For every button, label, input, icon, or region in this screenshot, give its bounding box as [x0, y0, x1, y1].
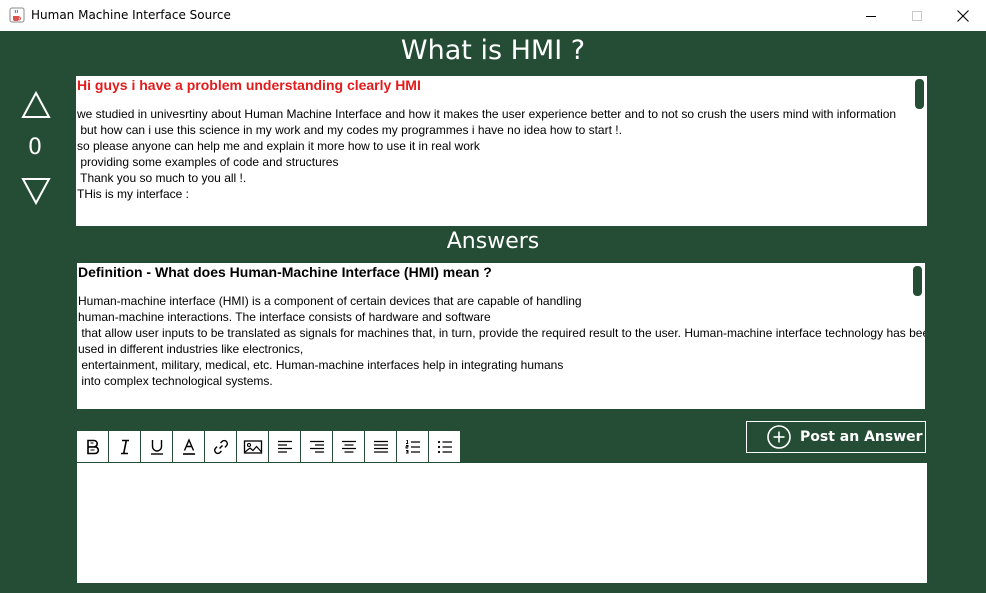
- answer-editor[interactable]: [77, 463, 927, 583]
- maximize-icon: [912, 10, 922, 21]
- minimize-button[interactable]: [848, 0, 894, 31]
- answer-line: that allow user inputs to be translated …: [78, 326, 925, 340]
- answer-line: Human-machine interface (HMI) is a compo…: [78, 294, 582, 308]
- image-button[interactable]: [237, 431, 268, 462]
- question-body[interactable]: Hi guys i have a problem understanding c…: [76, 76, 927, 226]
- main-panel: What is HMI ? 0 Hi guys i have a problem…: [0, 31, 986, 593]
- plus-circle-icon: [767, 425, 791, 449]
- question-title: What is HMI ?: [400, 35, 586, 66]
- bold-button[interactable]: [77, 431, 108, 462]
- post-answer-label: Post an Answer: [800, 429, 923, 445]
- underline-button[interactable]: [141, 431, 172, 462]
- answer-line: entertainment, military, medical, etc. H…: [78, 358, 564, 372]
- downvote-button[interactable]: [20, 176, 52, 206]
- text-color-button[interactable]: [173, 431, 204, 462]
- align-center-icon: [341, 440, 356, 453]
- italic-button[interactable]: [109, 431, 140, 462]
- answer-line: into complex technological systems.: [78, 374, 273, 388]
- answer-heading: Definition - What does Human-Machine Int…: [78, 264, 492, 280]
- link-icon: [213, 439, 228, 454]
- bold-icon: [86, 439, 99, 454]
- triangle-down-icon: [21, 178, 51, 206]
- answer-body[interactable]: Definition - What does Human-Machine Int…: [77, 263, 925, 409]
- answer-line: human-machine interactions. The interfac…: [78, 310, 491, 324]
- maximize-button[interactable]: [894, 0, 940, 31]
- vote-count: 0: [28, 135, 42, 160]
- image-icon: [243, 439, 262, 454]
- italic-icon: [120, 439, 129, 454]
- align-center-button[interactable]: [333, 431, 364, 462]
- answer-line: used in different industries like electr…: [78, 342, 304, 356]
- close-icon: [957, 9, 969, 22]
- align-justify-icon: [373, 440, 388, 453]
- align-left-icon: [277, 440, 292, 453]
- answers-heading: Answers: [446, 229, 540, 254]
- post-answer-button[interactable]: Post an Answer: [746, 421, 926, 453]
- question-line: providing some examples of code and stru…: [77, 155, 339, 169]
- numbered-list-button[interactable]: [397, 431, 428, 462]
- upvote-button[interactable]: [20, 90, 52, 120]
- question-scrollbar[interactable]: [915, 79, 924, 109]
- close-button[interactable]: [940, 0, 986, 31]
- window-titlebar[interactable]: Human Machine Interface Source: [0, 0, 986, 31]
- question-heading: Hi guys i have a problem understanding c…: [77, 77, 421, 93]
- text-color-icon: [182, 437, 195, 455]
- link-button[interactable]: [205, 431, 236, 462]
- java-cup-icon: [9, 7, 25, 23]
- align-right-icon: [309, 440, 324, 453]
- question-line: we studied in univesrtiny about Human Ma…: [77, 107, 897, 121]
- minimize-icon: [866, 15, 876, 17]
- question-line: so please anyone can help me and explain…: [77, 139, 480, 153]
- bullet-list-button[interactable]: [429, 431, 460, 462]
- bullet-list-icon: [437, 440, 452, 453]
- editor-toolbar: [77, 431, 460, 462]
- question-line: THis is my interface :: [77, 187, 190, 201]
- answer-scrollbar[interactable]: [913, 266, 922, 296]
- align-left-button[interactable]: [269, 431, 300, 462]
- question-line: Thank you so much to you all !.: [77, 171, 247, 185]
- triangle-up-icon: [21, 90, 51, 118]
- question-line: but how can i use this science in my wor…: [77, 123, 622, 137]
- align-right-button[interactable]: [301, 431, 332, 462]
- underline-icon: [150, 439, 163, 455]
- window-title: Human Machine Interface Source: [31, 8, 231, 22]
- align-justify-button[interactable]: [365, 431, 396, 462]
- numbered-list-icon: [405, 439, 420, 453]
